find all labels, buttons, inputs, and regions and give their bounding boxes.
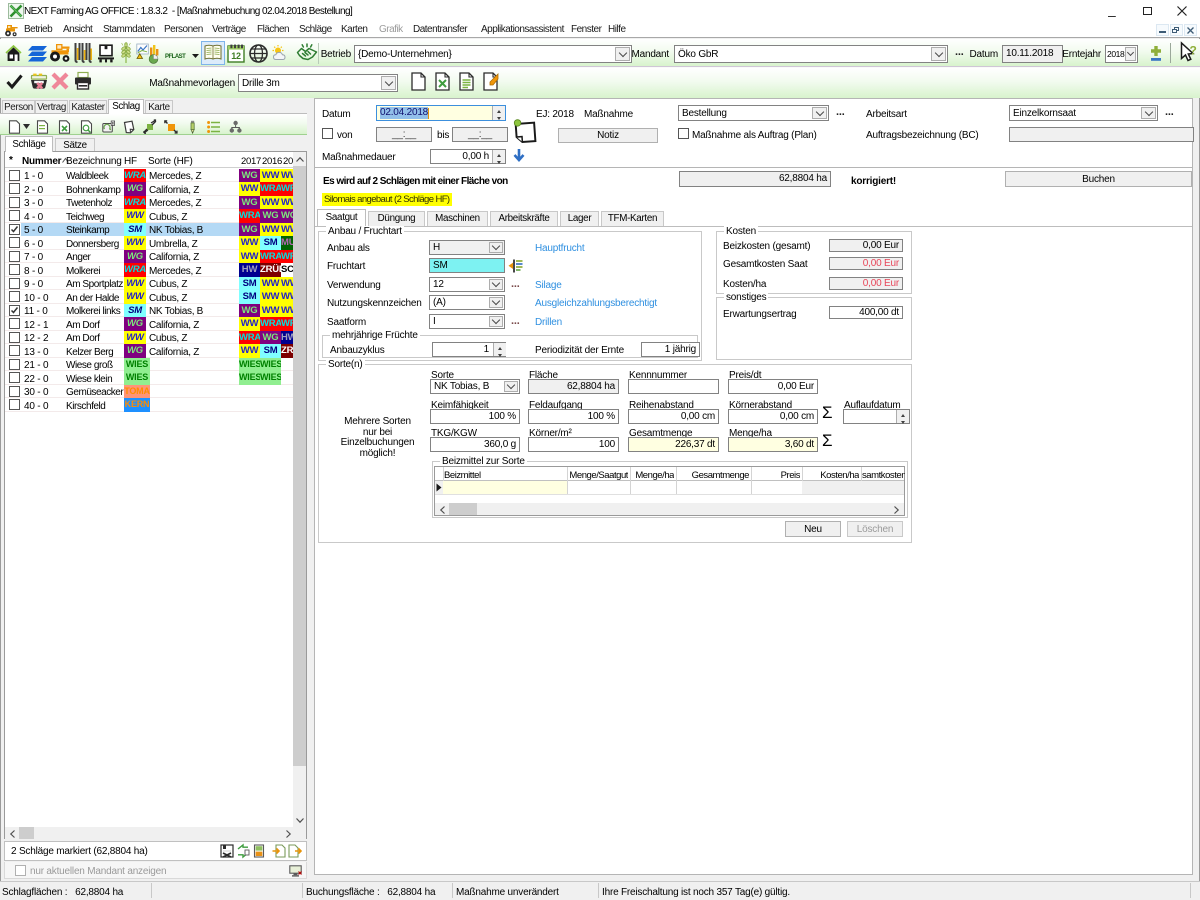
svg-text:12: 12 xyxy=(231,51,241,61)
svg-text:?: ? xyxy=(1190,44,1197,58)
